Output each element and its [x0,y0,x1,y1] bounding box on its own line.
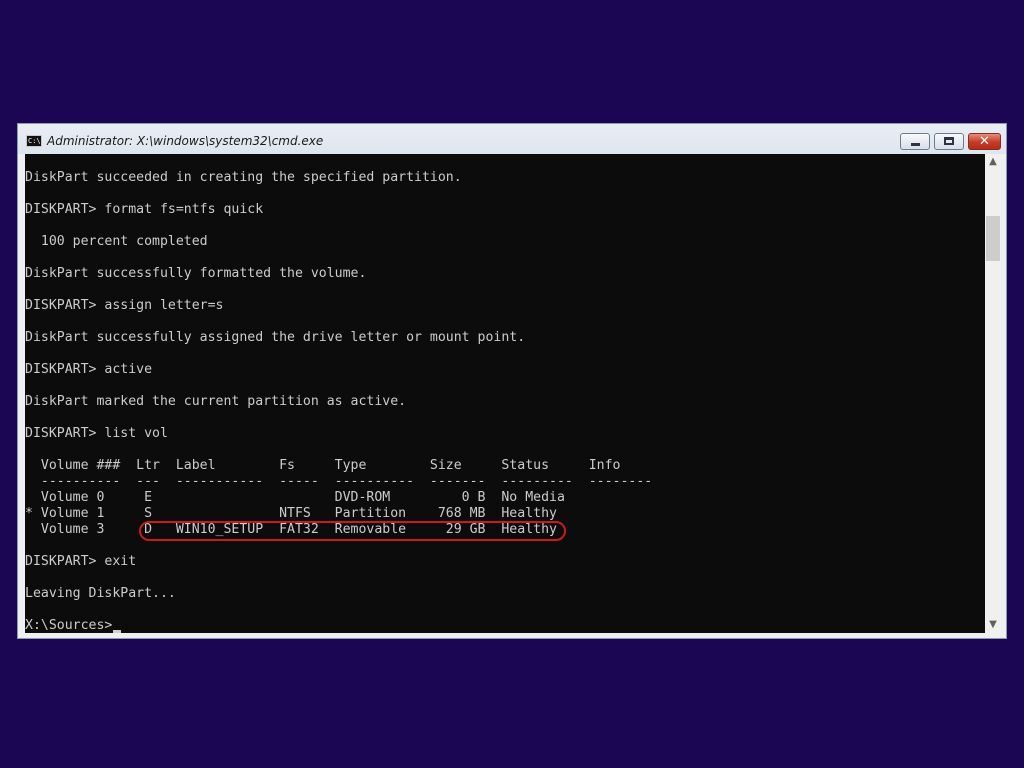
command-line: DISKPART> active [25,362,153,377]
vertical-scrollbar[interactable]: ▲ ▼ [985,154,1001,633]
command-line: DISKPART> exit [25,554,137,569]
output-line: DiskPart succeeded in creating the speci… [25,170,462,185]
command-line: DISKPART> list vol [25,426,168,441]
output-line: DiskPart successfully assigned the drive… [25,330,526,345]
minimize-button[interactable] [900,133,930,150]
volume-table-separator: ---------- --- ----------- ----- -------… [25,474,653,489]
close-button[interactable]: ✕ [968,133,1001,150]
cmd-window: C:\ Administrator: X:\windows\system32\c… [17,123,1007,639]
volume-row: * Volume 1 S NTFS Partition 768 MB Healt… [25,506,557,521]
highlight-annotation [139,521,566,541]
command-line: DISKPART> format fs=ntfs quick [25,202,264,217]
command-line: DISKPART> assign letter=s [25,298,224,313]
scroll-thumb[interactable] [986,216,1000,261]
maximize-icon [944,137,954,145]
console-output[interactable]: DiskPart succeeded in creating the speci… [25,154,985,633]
command-prompt[interactable]: X:\Sources> [25,618,112,633]
close-icon: ✕ [979,134,990,149]
minimize-icon [911,143,920,146]
scroll-up-icon[interactable]: ▲ [985,154,1001,170]
scroll-down-icon[interactable]: ▼ [985,617,1001,633]
title-bar[interactable]: C:\ Administrator: X:\windows\system32\c… [18,124,1006,154]
text-cursor [113,630,121,633]
output-line: DiskPart successfully formatted the volu… [25,266,367,281]
window-title: Administrator: X:\windows\system32\cmd.e… [47,134,324,148]
output-line: 100 percent completed [25,234,208,249]
volume-row: Volume 0 E DVD-ROM 0 B No Media [25,490,565,505]
volume-table-header: Volume ### Ltr Label Fs Type Size Status… [25,458,621,473]
output-line: Leaving DiskPart... [25,586,176,601]
maximize-button[interactable] [934,133,964,150]
output-line: DiskPart marked the current partition as… [25,394,407,409]
cmd-icon[interactable]: C:\ [26,135,42,147]
